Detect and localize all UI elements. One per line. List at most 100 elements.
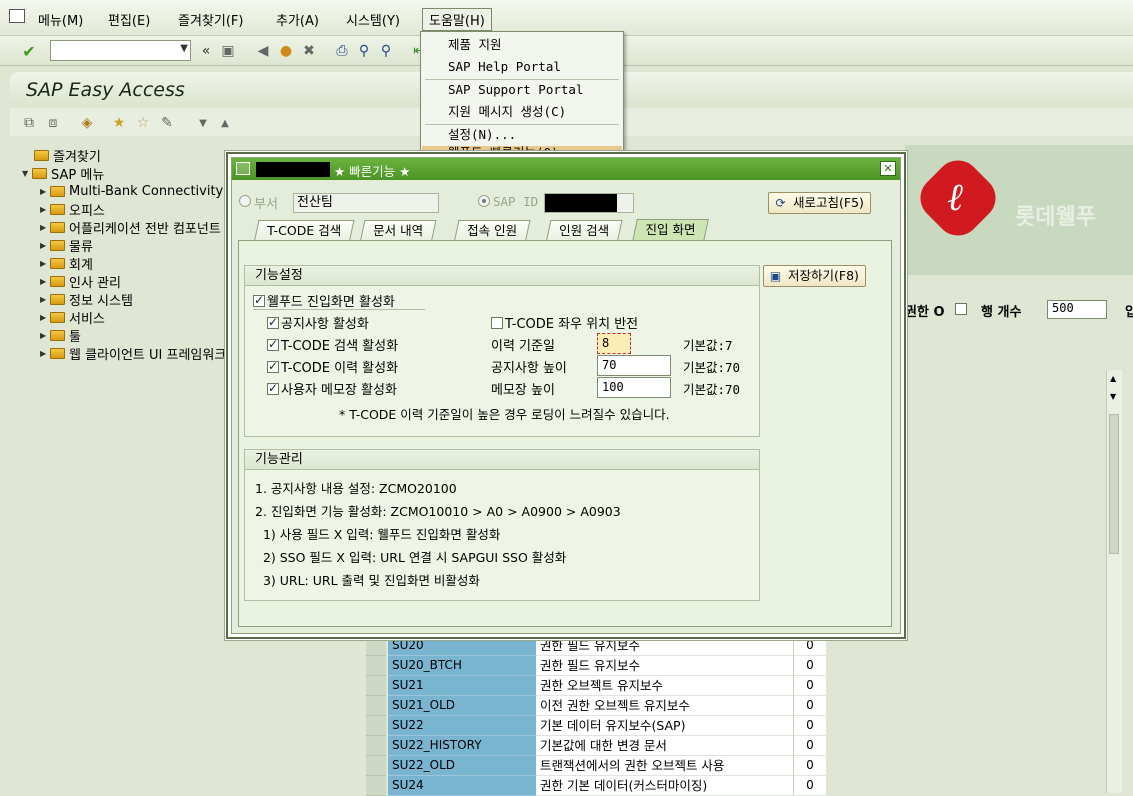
tcode-cell[interactable]: SU20 [388,636,536,656]
menu-item-edit[interactable]: 편집(E) [108,10,150,29]
help-menu-item-support-portal[interactable]: SAP Support Portal [422,79,622,101]
tcode-cell[interactable]: SU20_BTCH [388,656,536,676]
row-selector[interactable] [366,756,386,776]
tree-item[interactable]: ▶ 정보 시스템 [40,290,133,309]
tcode-cell[interactable]: SU21 [388,676,536,696]
tree-item[interactable]: ▶ 서비스 [40,308,105,327]
row-selector[interactable] [366,676,386,696]
collapsed-triangle-icon[interactable]: ▶ [40,331,50,340]
table-row[interactable]: SU22_OLD 트랜잭션에서의 권한 오브젝트 사용 0 [366,756,826,776]
cancel-icon[interactable]: ✖ [300,42,318,60]
collapsed-triangle-icon[interactable]: ▶ [40,295,50,304]
help-menu-item-product-support[interactable]: 제품 지원 [422,34,622,56]
dropdown-arrow-icon[interactable]: ▼ [180,43,188,54]
tcode-history-checkbox[interactable]: T-CODE 이력 활성화 [267,357,398,376]
user-menu-icon[interactable]: ◈ [78,114,96,132]
collapsed-triangle-icon[interactable]: ▶ [40,259,50,268]
tree-item[interactable]: ▶ 툴 [40,326,81,345]
collapsed-triangle-icon[interactable]: ▶ [40,223,50,232]
checkbox-checked-icon[interactable] [267,381,279,395]
main-activate-checkbox[interactable]: 웰푸드 진입화면 활성화 [253,291,395,310]
collapsed-triangle-icon[interactable]: ▶ [40,187,50,196]
enter-check-icon[interactable]: ✔ [20,42,38,61]
tree-item[interactable]: ▶ 어플리케이션 전반 컴포넌트 [40,218,221,237]
collapsed-triangle-icon[interactable]: ▶ [40,313,50,322]
table-row[interactable]: SU20 권한 필드 유지보수 0 [366,636,826,656]
row-selector[interactable] [366,656,386,676]
find-icon[interactable]: ⚲ [355,42,373,60]
menu-item-extras[interactable]: 추가(A) [276,10,319,29]
checkbox-unchecked-icon[interactable] [491,317,503,329]
notice-checkbox[interactable]: 공지사항 활성화 [267,313,369,332]
table-row[interactable]: SU22_HISTORY 기본값에 대한 변경 문서 0 [366,736,826,756]
menu-item-help[interactable]: 도움말(H) [422,8,492,31]
tree-item[interactable]: ▶ 인사 관리 [40,272,121,291]
tcode-search-checkbox[interactable]: T-CODE 검색 활성화 [267,335,398,354]
scroll-up-icon[interactable]: ▲ [1110,374,1116,383]
lr-swap-checkbox[interactable]: T-CODE 좌우 위치 반전 [491,313,638,332]
row-selector[interactable] [366,736,386,756]
sapid-radio[interactable] [478,195,490,207]
tcode-cell[interactable]: SU22 [388,716,536,736]
memo-height-input[interactable]: 100 [597,377,671,398]
find-next-icon[interactable]: ⚲ [377,42,395,60]
save-icon[interactable]: ▣ [219,42,237,60]
collapse-icon[interactable]: « [197,42,215,60]
change-favorite-icon[interactable]: ✎ [158,114,176,132]
dept-field[interactable]: 전산팀 [293,193,439,213]
scroll-down-icon[interactable]: ▼ [1110,392,1116,401]
checkbox-checked-icon[interactable] [253,293,265,307]
help-menu-item-create-message[interactable]: 지원 메시지 생성(C) [422,101,622,123]
tcode-cell[interactable]: SU21_OLD [388,696,536,716]
notice-height-input[interactable]: 70 [597,355,671,376]
tree-item-favorites[interactable]: 즐겨찾기 [34,146,101,165]
menu-item-menu[interactable]: 메뉴(M) [38,10,83,29]
tab-tcode-search[interactable]: T-CODE 검색 [254,220,355,241]
tab-user-search[interactable]: 인원 검색 [546,220,623,241]
exit-icon[interactable]: ● [277,42,295,60]
tree-item[interactable]: ▶ 웹 클라이언트 UI 프레임워크 [40,344,226,363]
collapsed-triangle-icon[interactable]: ▶ [40,205,50,214]
expand-triangle-icon[interactable]: ▼ [22,169,32,178]
collapsed-triangle-icon[interactable]: ▶ [40,349,50,358]
row-selector[interactable] [366,776,386,796]
table-row[interactable]: SU24 권한 기본 데이터(커스터마이징) 0 [366,776,826,796]
table-row[interactable]: SU21_OLD 이전 권한 오브젝트 유지보수 0 [366,696,826,716]
sap-menu-icon[interactable]: ⧈ [44,114,62,132]
table-row[interactable]: SU20_BTCH 권한 필드 유지보수 0 [366,656,826,676]
tree-item[interactable]: ▶ 물류 [40,236,93,255]
dept-radio[interactable] [239,195,251,207]
delete-favorite-icon[interactable]: ☆ [134,114,152,132]
table-row[interactable]: SU21 권한 오브젝트 유지보수 0 [366,676,826,696]
back-icon[interactable]: ◀ [254,42,272,60]
tree-item-sap-menu[interactable]: ▼ SAP 메뉴 [22,164,104,183]
close-icon[interactable]: ✕ [880,161,896,176]
tree-item[interactable]: ▶ 회계 [40,254,93,273]
refresh-button[interactable]: ⟳ 새로고침(F5) [768,192,871,214]
dialog-title-bar[interactable]: ★ 빠른기능 ★ ✕ [232,158,900,180]
tcode-cell[interactable]: SU24 [388,776,536,796]
menu-icon[interactable] [9,9,25,23]
row-selector[interactable] [366,696,386,716]
tcode-cell[interactable]: SU22_OLD [388,756,536,776]
print-icon[interactable]: ⎙ [333,42,351,60]
tree-item[interactable]: ▶ 오피스 [40,200,105,219]
row-selector[interactable] [366,636,386,656]
command-field[interactable]: ▼ [50,40,191,61]
tab-connected-users[interactable]: 접속 인원 [454,220,531,241]
move-down-icon[interactable]: ▼ [194,114,212,132]
help-menu-item-settings[interactable]: 설정(N)... [422,124,622,146]
table-row[interactable]: SU22 기본 데이터 유지보수(SAP) 0 [366,716,826,736]
move-up-icon[interactable]: ▲ [216,114,234,132]
auth-checkbox[interactable] [955,303,967,315]
checkbox-checked-icon[interactable] [267,337,279,351]
collapsed-triangle-icon[interactable]: ▶ [40,277,50,286]
rowcount-input[interactable]: 500 [1047,300,1107,319]
save-button[interactable]: ▣ 저장하기(F8) [763,265,866,287]
help-menu-item-help-portal[interactable]: SAP Help Portal [422,56,622,78]
memo-checkbox[interactable]: 사용자 메모장 활성화 [267,379,397,398]
checkbox-checked-icon[interactable] [267,315,279,329]
row-selector[interactable] [366,716,386,736]
scroll-thumb[interactable] [1109,414,1119,554]
grid-scrollbar[interactable]: ▲ ▼ [1106,370,1122,793]
